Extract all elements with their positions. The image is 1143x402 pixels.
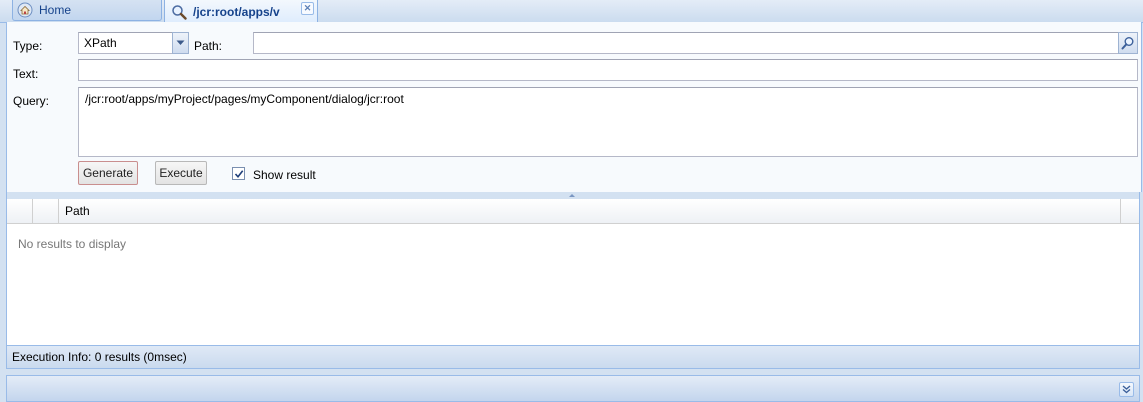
grid-column-header-path[interactable]: Path xyxy=(59,199,1121,223)
home-icon xyxy=(17,2,33,18)
execute-button[interactable]: Execute xyxy=(155,161,207,185)
generate-button-label: Generate xyxy=(82,166,134,180)
path-input[interactable] xyxy=(253,32,1138,54)
close-icon[interactable]: ✕ xyxy=(301,2,314,15)
query-form: Type: XPath Path: Text: Query: /jcr:root… xyxy=(6,22,1142,192)
type-label: Type: xyxy=(13,39,43,53)
text-label: Text: xyxy=(13,67,39,81)
splitter[interactable] xyxy=(6,192,1140,199)
execution-info-bar: Execution Info: 0 results (0msec) xyxy=(6,345,1140,369)
tab-query[interactable]: /jcr:root/apps/v ✕ xyxy=(164,0,318,23)
tab-home[interactable]: Home xyxy=(12,0,162,21)
app-window: Home /jcr:root/apps/v ✕ Type: XPath Path… xyxy=(0,0,1143,402)
tab-strip: Home /jcr:root/apps/v ✕ xyxy=(0,0,1143,23)
path-search-icon[interactable] xyxy=(1118,32,1138,54)
show-result-checkbox[interactable] xyxy=(232,167,245,180)
text-input[interactable] xyxy=(78,59,1138,81)
splitter-collapse-icon[interactable] xyxy=(554,193,590,198)
search-icon xyxy=(171,4,187,20)
grid-column-label: Path xyxy=(65,204,90,218)
query-textarea[interactable]: /jcr:root/apps/myProject/pages/myCompone… xyxy=(78,87,1138,157)
collapsed-panel xyxy=(6,375,1140,402)
grid-header: Path xyxy=(7,199,1139,224)
execution-info-text: Execution Info: 0 results (0msec) xyxy=(12,350,187,364)
chevron-down-icon[interactable] xyxy=(172,32,189,54)
type-select[interactable]: XPath xyxy=(78,32,189,54)
execute-button-label: Execute xyxy=(159,166,203,180)
query-label: Query: xyxy=(13,94,50,108)
query-textarea-value: /jcr:root/apps/myProject/pages/myCompone… xyxy=(85,92,404,106)
show-result-label: Show result xyxy=(253,168,316,182)
path-label: Path: xyxy=(194,39,223,53)
grid-column-header[interactable] xyxy=(7,199,33,223)
type-select-value: XPath xyxy=(84,36,117,50)
tab-home-label: Home xyxy=(39,3,72,17)
checkmark-icon xyxy=(234,169,243,178)
tab-query-label: /jcr:root/apps/v xyxy=(193,4,280,19)
expand-icon[interactable] xyxy=(1119,382,1134,397)
generate-button[interactable]: Generate xyxy=(78,161,138,185)
results-grid: Path No results to display xyxy=(6,199,1140,345)
grid-column-header[interactable] xyxy=(33,199,59,223)
empty-results-text: No results to display xyxy=(18,237,127,251)
